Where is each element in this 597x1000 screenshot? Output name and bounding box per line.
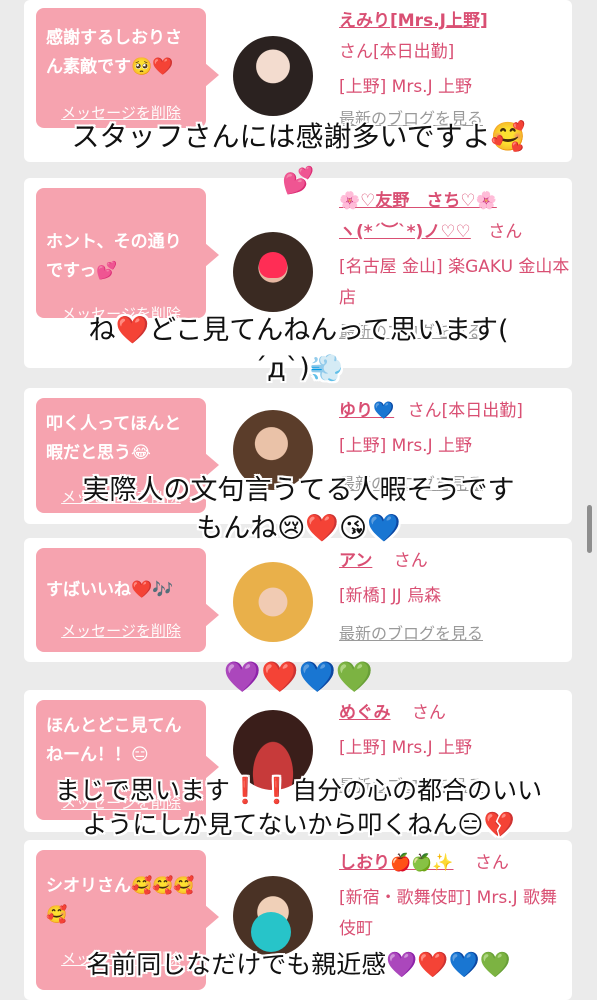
message-text: ホント、その通りですっ💕 <box>46 232 182 281</box>
caption-text: まじで思います❗️❗️自分の心の都合のいい ようにしか見てないから叩くねん😑💔 <box>54 776 543 839</box>
latest-blog-link[interactable]: 最新のブログを見る <box>339 618 571 649</box>
message-card: すばいいね❤️🎶 メッセージを削除 アン さん [新橋] JJ 烏森 最新のブロ… <box>24 538 572 662</box>
message-text: シオリさん🥰🥰🥰🥰 <box>46 876 195 925</box>
girl-name-link[interactable]: ゆり💙 <box>339 401 394 421</box>
san-status: さん[本日出勤] <box>407 401 523 421</box>
san-status: さん <box>474 853 509 873</box>
message-text: ほんとどこ見てんねーん！！😑 <box>46 716 182 765</box>
caption-emoji: 💜❤️💙💚 <box>223 660 374 695</box>
message-text: すばいいね❤️🎶 <box>46 580 174 600</box>
message-text: 感謝するしおりさん素敵です🥺❤️ <box>46 28 182 77</box>
san-status: さん <box>488 222 523 242</box>
shop-link[interactable]: [上野] Mrs.J 上野 <box>339 733 571 764</box>
message-bubble: 感謝するしおりさん素敵です🥺❤️ メッセージを削除 <box>36 8 219 128</box>
heart-sticker-icon <box>259 252 287 278</box>
avatar[interactable] <box>233 876 313 956</box>
girl-name-link[interactable]: アン <box>339 551 372 571</box>
san-status: さん <box>411 703 446 723</box>
scrollbar[interactable] <box>587 505 592 553</box>
shop-link[interactable]: [上野] Mrs.J 上野 <box>339 72 571 103</box>
caption-text: 実際人の文句言うてる人暇そうです もんね😢❤️😘💙 <box>82 475 515 544</box>
avatar[interactable] <box>233 562 313 642</box>
girl-name-link[interactable]: めぐみ <box>339 703 391 723</box>
message-bubble: すばいいね❤️🎶 メッセージを削除 <box>36 548 219 652</box>
girl-name-link-line2[interactable]: ヽ(*´︶`*)ノ♡♡ <box>339 217 471 248</box>
shop-link[interactable]: [上野] Mrs.J 上野 <box>339 431 571 462</box>
girl-name-link[interactable]: えみり[Mrs.J上野] <box>339 6 571 37</box>
message-text: 叩く人ってほんと暇だと思う😂 <box>46 414 182 463</box>
shop-link[interactable]: [新宿・歌舞伎町] Mrs.J 歌舞伎町 <box>339 883 571 945</box>
caption-emoji: 💕 <box>282 166 315 196</box>
delete-message-link[interactable]: メッセージを削除 <box>36 620 206 641</box>
avatar[interactable] <box>233 232 313 312</box>
caption-text: スタッフさんには感謝多いですよ🥰 <box>71 120 526 153</box>
shop-link[interactable]: [新橋] JJ 烏森 <box>339 581 571 612</box>
san-status: さん <box>393 551 428 571</box>
girl-name-link[interactable]: しおり🍎🍏✨ <box>339 853 454 873</box>
caption-text: ね❤️どこ見てんねんって思います( ´д`)💨 <box>88 315 509 384</box>
caption-text: 名前同じなだけでも親近感💜❤️💙💚 <box>86 950 511 979</box>
san-status: さん[本日出勤] <box>339 42 455 62</box>
avatar[interactable] <box>233 36 313 116</box>
shop-link[interactable]: [名古屋 金山] 楽GAKU 金山本店 <box>339 252 571 314</box>
message-bubble: ホント、その通りですっ💕 メッセージを削除 <box>36 188 219 323</box>
